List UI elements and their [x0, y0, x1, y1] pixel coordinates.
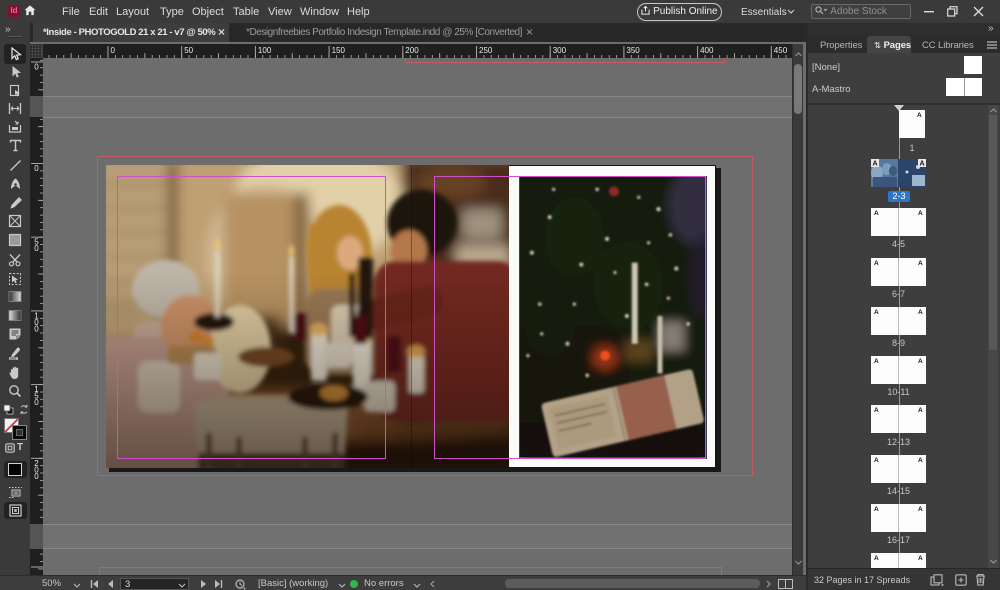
- svg-text:400: 400: [700, 46, 714, 55]
- svg-text:0: 0: [34, 63, 39, 72]
- svg-text:0: 0: [34, 472, 39, 481]
- svg-text:0: 0: [34, 398, 39, 407]
- svg-text:200: 200: [405, 46, 419, 55]
- svg-text:300: 300: [553, 46, 567, 55]
- svg-text:100: 100: [258, 46, 272, 55]
- svg-text:450: 450: [774, 46, 788, 55]
- svg-text:250: 250: [479, 46, 493, 55]
- svg-text:50: 50: [184, 46, 193, 55]
- svg-text:350: 350: [626, 46, 640, 55]
- svg-text:0: 0: [34, 244, 39, 253]
- svg-text:0: 0: [111, 46, 116, 55]
- svg-text:0: 0: [34, 324, 39, 333]
- svg-text:0: 0: [34, 164, 39, 173]
- svg-text:150: 150: [332, 46, 346, 55]
